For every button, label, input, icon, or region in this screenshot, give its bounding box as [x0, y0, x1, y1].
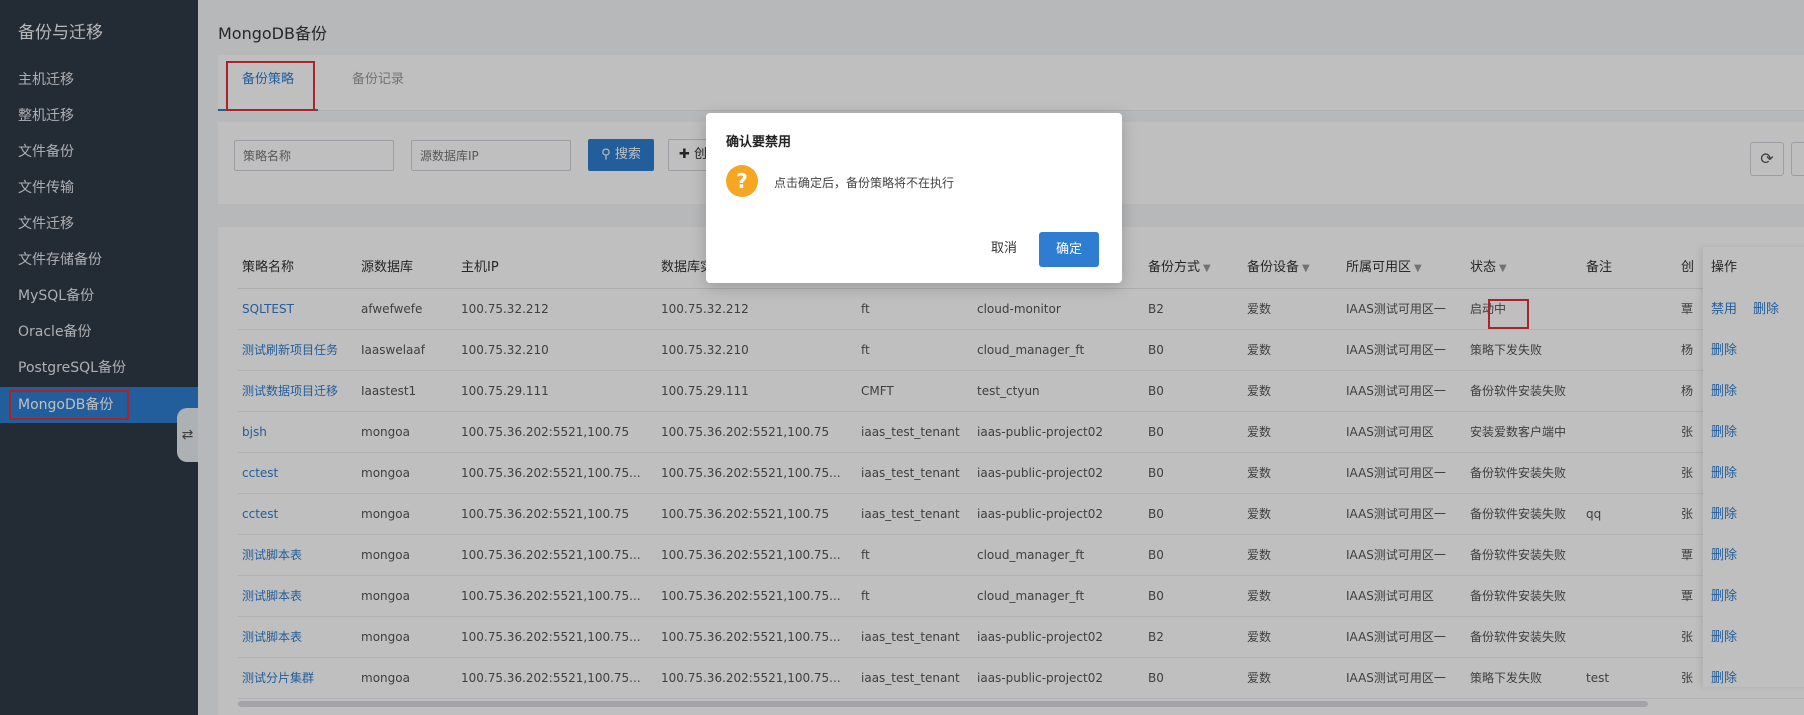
cancel-button[interactable]: 取消	[974, 232, 1034, 266]
modal-overlay	[0, 0, 1804, 715]
question-icon: ?	[726, 165, 758, 197]
dialog-title: 确认要禁用	[726, 135, 792, 150]
dialog-message: 点击确定后，备份策略将不在执行	[774, 176, 955, 190]
confirm-button[interactable]: 确定	[1039, 232, 1099, 267]
confirm-dialog: 确认要禁用 ? 点击确定后，备份策略将不在执行 取消 确定	[706, 113, 1122, 283]
